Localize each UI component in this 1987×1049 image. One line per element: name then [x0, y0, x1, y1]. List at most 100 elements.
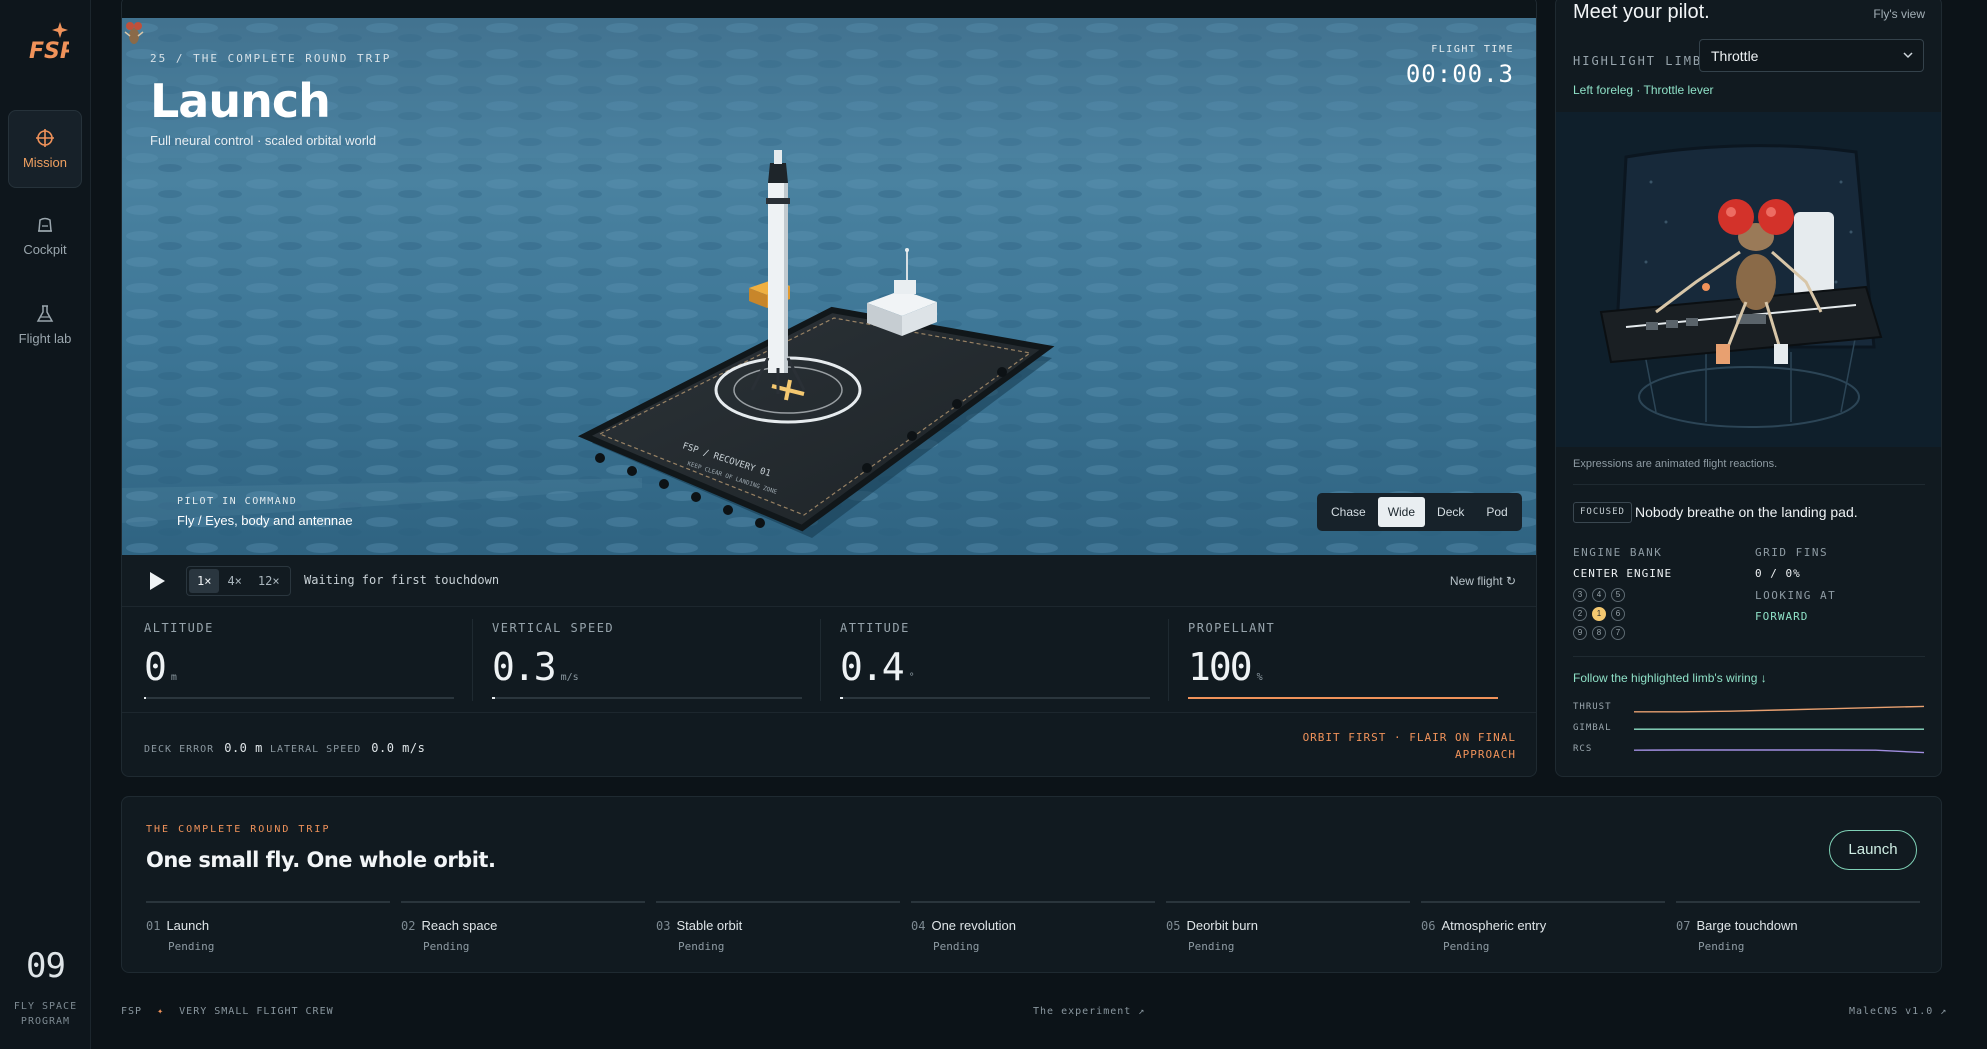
engine-indicator: 2 [1573, 607, 1587, 621]
sidebar-item-label: Flight lab [18, 331, 72, 346]
signal-label: RCS [1573, 744, 1593, 754]
step-name: Deorbit burn [1186, 918, 1258, 933]
metric-bar [144, 697, 454, 699]
engine-indicator: 6 [1611, 607, 1625, 621]
mission-step[interactable]: 03 Stable orbit Pending [656, 901, 900, 953]
step-name: Reach space [421, 918, 498, 933]
mission-hint: ORBIT FIRST · FLAIR ON FINAL APPROACH [1302, 731, 1516, 761]
engine-bank-value: CENTER ENGINE [1573, 567, 1673, 580]
step-number: 07 [1676, 919, 1691, 933]
svg-text:FSP: FSP [29, 39, 69, 64]
pilot-value: Fly / Eyes, body and antennae [177, 513, 353, 528]
mission-step[interactable]: 05 Deorbit burn Pending [1166, 901, 1410, 953]
signal-trace [1634, 728, 1924, 730]
speed-selector: 1× 4× 12× [186, 566, 291, 596]
sidebar: FSP Mission Cockpit Flight lab 09 FLY SP… [0, 0, 91, 1049]
highlight-limb-label: HIGHLIGHT LIMB [1573, 54, 1703, 68]
play-icon[interactable] [148, 571, 166, 591]
landing-readouts: DECK ERROR 0.0 m LATERAL SPEED 0.0 m/s ORB… [122, 712, 1536, 776]
looking-at-label: LOOKING AT [1755, 589, 1837, 602]
cockpit-render[interactable] [1556, 112, 1941, 447]
metric-value: 100 [1188, 645, 1253, 689]
flight-time-label: FLIGHT TIME [1431, 44, 1514, 55]
step-progress [911, 901, 1155, 903]
lateral-speed-readout: LATERAL SPEED 0.0 m/s [270, 741, 425, 755]
timeline-tag: THE COMPLETE ROUND TRIP [146, 824, 331, 835]
pilot-label: PILOT IN COMMAND [177, 496, 298, 507]
mission-step[interactable]: 02 Reach space Pending [401, 901, 645, 953]
signal-label: GIMBAL [1573, 723, 1612, 733]
footer-brand: FSP [121, 1006, 143, 1017]
speed-12x-button[interactable]: 12× [250, 569, 288, 593]
top-strip [122, 0, 1536, 19]
program-name-line1: FLY SPACE [13, 1001, 78, 1012]
metric-bar [840, 697, 1150, 699]
metric-label: ATTITUDE [840, 621, 910, 635]
fsp-logo[interactable]: FSP [27, 22, 76, 66]
flight-time-value: 00:00.3 [1405, 60, 1514, 88]
follow-wiring-link[interactable]: Follow the highlighted limb's wiring ↓ [1573, 671, 1767, 685]
lateral-speed-label: LATERAL SPEED [270, 744, 362, 755]
metric-bar-fill [840, 697, 844, 699]
step-name: Atmospheric entry [1441, 918, 1547, 933]
mission-number: 09 [26, 946, 66, 986]
camera-chase-button[interactable]: Chase [1321, 497, 1376, 527]
timeline-title: One small fly. One whole orbit. [146, 848, 496, 872]
footer-tagline: VERY SMALL FLIGHT CREW [179, 1006, 334, 1017]
highlight-limb-select[interactable]: Throttle [1699, 39, 1924, 72]
pilot-quote: Nobody breathe on the landing pad. [1635, 504, 1858, 520]
camera-wide-button[interactable]: Wide [1377, 497, 1426, 527]
mission-step[interactable]: 04 One revolution Pending [911, 901, 1155, 953]
expressions-note: Expressions are animated flight reaction… [1573, 458, 1778, 470]
step-name: Barge touchdown [1696, 918, 1798, 933]
sidebar-item-mission[interactable]: Mission [8, 110, 82, 188]
step-number: 05 [1166, 919, 1181, 933]
divider [1573, 484, 1925, 485]
camera-pod-button[interactable]: Pod [1476, 497, 1517, 527]
step-status: Pending [933, 940, 980, 953]
metric-value: 0 [144, 645, 167, 689]
pilot-panel: Meet your pilot. Fly's view HIGHLIGHT LI… [1555, 0, 1942, 777]
engine-indicator: 7 [1611, 626, 1625, 640]
pilot-panel-title: Meet your pilot. [1573, 1, 1710, 23]
mission-step[interactable]: 01 Launch Pending [146, 901, 390, 953]
metric-attitude: ATTITUDE 0.4 ° [840, 621, 1150, 699]
new-flight-button[interactable]: New flight ↻ [1450, 574, 1516, 588]
crosshair-icon [36, 129, 54, 147]
metric-propellant: PROPELLANT 100% [1188, 621, 1498, 699]
version-link[interactable]: MaleCNS v1.0 ↗ [1849, 1006, 1947, 1017]
mission-step[interactable]: 07 Barge touchdown Pending [1676, 901, 1920, 953]
step-number: 02 [401, 919, 416, 933]
metric-unit: ° [908, 672, 915, 683]
step-progress [146, 901, 390, 903]
sidebar-item-cockpit[interactable]: Cockpit [8, 198, 82, 276]
flight-status: Waiting for first touchdown [304, 573, 500, 587]
engine-indicator: 9 [1573, 626, 1587, 640]
sidebar-item-flight-lab[interactable]: Flight lab [8, 287, 82, 365]
metric-bar [492, 697, 802, 699]
program-name: FLY SPACE PROGRAM [0, 999, 91, 1029]
metric-altitude: ALTITUDE 0m [144, 621, 454, 699]
step-progress [1166, 901, 1410, 903]
metric-divider [820, 619, 821, 701]
speed-4x-button[interactable]: 4× [219, 569, 249, 593]
flight-scene[interactable]: FSP / RECOVERY 01 KEEP CLEAR OF LANDING … [122, 18, 1536, 555]
metric-label: ALTITUDE [144, 621, 214, 635]
mission-timeline: THE COMPLETE ROUND TRIP One small fly. O… [121, 796, 1942, 973]
sidebar-item-label: Mission [22, 155, 68, 170]
speed-1x-button[interactable]: 1× [189, 569, 220, 593]
step-status: Pending [1698, 940, 1745, 953]
engine-bank-label: ENGINE BANK [1573, 546, 1663, 559]
camera-deck-button[interactable]: Deck [1427, 497, 1474, 527]
highlight-limb-value: Throttle [1711, 48, 1759, 64]
divider [1573, 656, 1925, 657]
metric-bar-fill [1188, 697, 1498, 699]
engine-indicator: 3 [1573, 588, 1587, 602]
experiment-link[interactable]: The experiment ↗ [1033, 1006, 1145, 1017]
launch-button[interactable]: Launch [1829, 830, 1917, 870]
mission-step[interactable]: 06 Atmospheric entry Pending [1421, 901, 1665, 953]
engine-indicator-active: 1 [1592, 607, 1606, 621]
step-status: Pending [1188, 940, 1235, 953]
flys-view-link[interactable]: Fly's view [1873, 7, 1925, 21]
metric-unit: m [170, 672, 177, 683]
